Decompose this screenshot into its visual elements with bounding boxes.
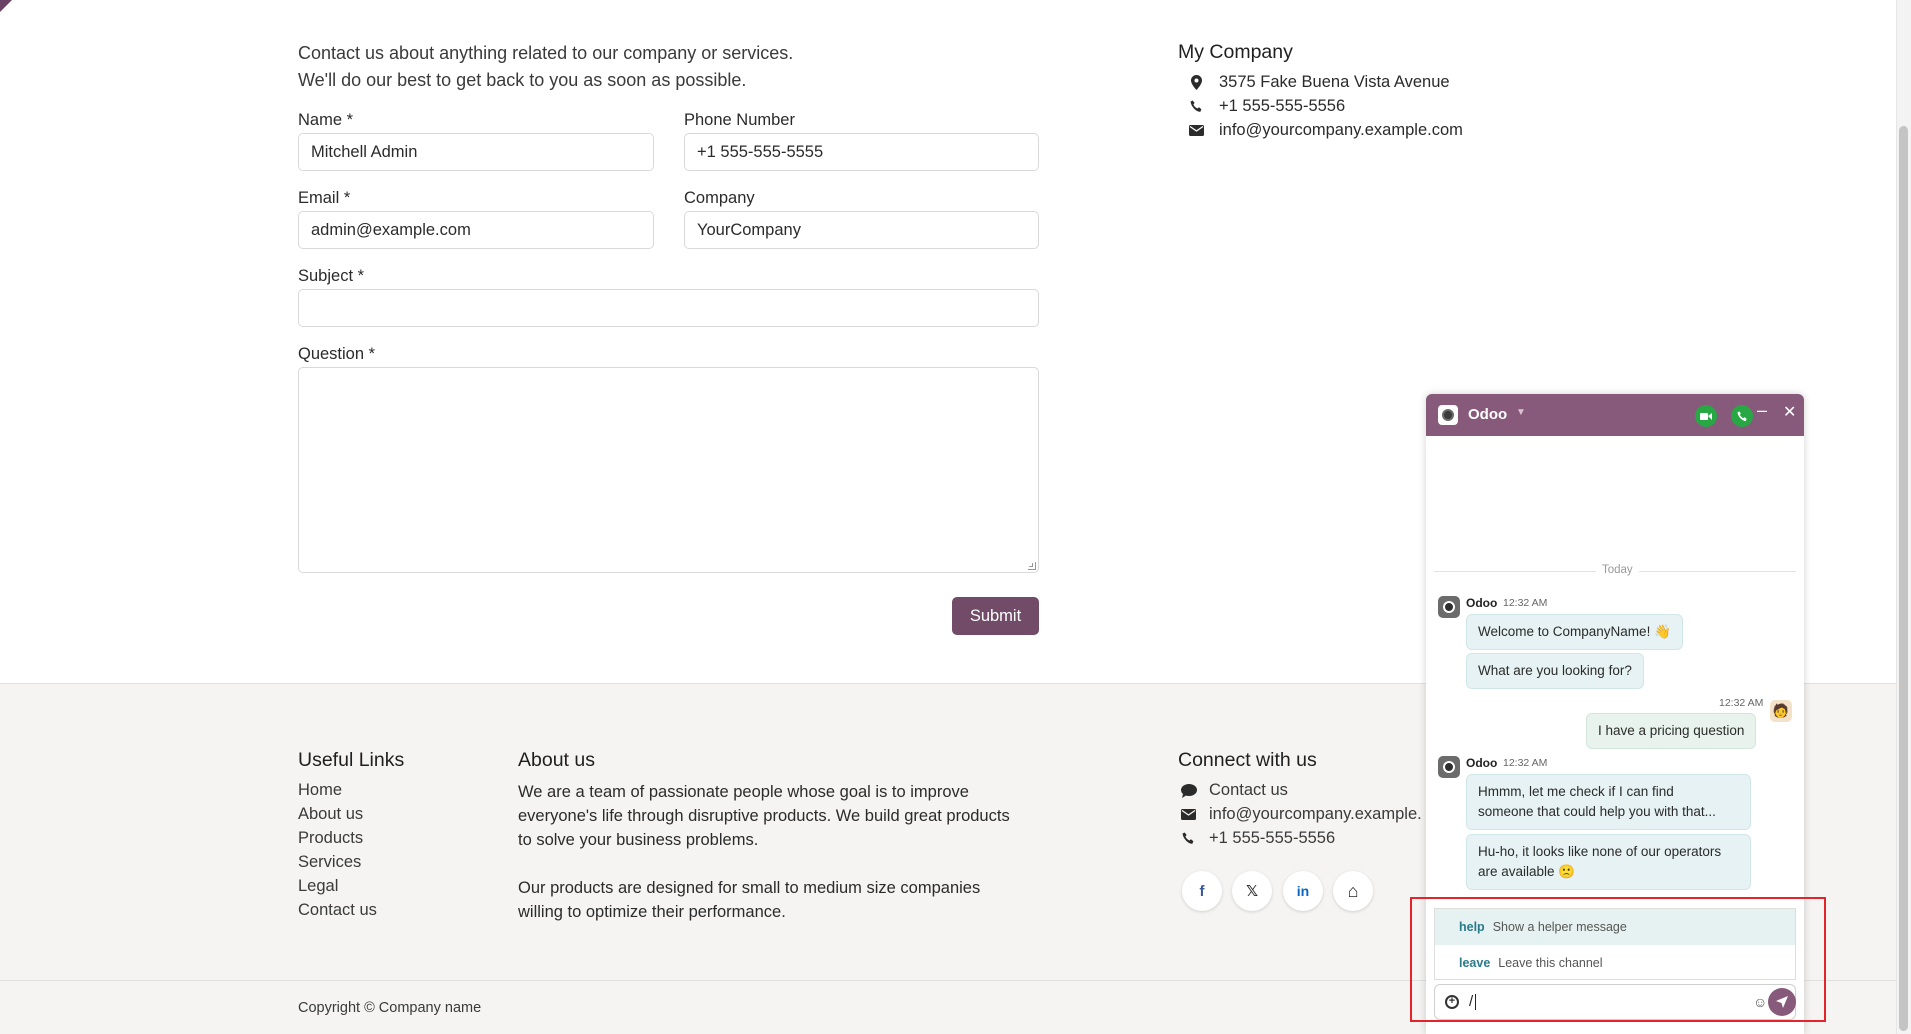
corner-accent — [0, 0, 12, 12]
subject-input[interactable] — [298, 289, 1039, 327]
phone-icon — [1188, 100, 1204, 113]
phone-label: Phone Number — [684, 111, 795, 129]
message-time: 12:32 AM — [1503, 597, 1548, 609]
envelope-icon — [1188, 125, 1204, 136]
copyright: Copyright © Company name — [298, 1000, 482, 1016]
company-title: My Company — [1178, 41, 1293, 63]
connect-contact-text: Contact us — [1209, 781, 1288, 799]
about-line-2: everyone's life through disruptive produ… — [518, 807, 1010, 825]
about-title: About us — [518, 749, 595, 771]
message-author: Odoo — [1466, 596, 1498, 610]
connect-email[interactable]: info@yourcompany.example. — [1180, 805, 1422, 824]
page-scrollbar[interactable] — [1896, 0, 1911, 1034]
message-bubble: Hmmm, let me check if I can find someone… — [1466, 774, 1751, 830]
company-phone: +1 555-555-5556 — [1188, 97, 1345, 116]
connect-email-text: info@yourcompany.example. — [1209, 805, 1422, 823]
message-line: Hmmm, let me check if I can find — [1478, 784, 1674, 799]
question-textarea[interactable] — [298, 367, 1039, 573]
message-bubble: Hu-ho, it looks like none of our operato… — [1466, 834, 1751, 890]
odoo-avatar[interactable] — [1438, 756, 1460, 778]
phone-call-icon[interactable] — [1731, 405, 1753, 427]
close-icon[interactable]: ✕ — [1783, 402, 1796, 422]
about-line-1: We are a team of passionate people whose… — [518, 783, 969, 801]
chat-header[interactable]: Odoo ▼ – ✕ — [1426, 394, 1804, 436]
subject-label: Subject * — [298, 267, 365, 285]
footer-link-home[interactable]: Home — [298, 781, 342, 800]
chat-title[interactable]: Odoo — [1468, 406, 1507, 423]
connect-contact[interactable]: Contact us — [1180, 781, 1288, 800]
envelope-icon — [1180, 809, 1197, 820]
comment-icon — [1180, 783, 1197, 798]
intro-line-1: Contact us about anything related to our… — [298, 43, 794, 63]
submit-button[interactable]: Submit — [952, 597, 1039, 635]
question-label: Question * — [298, 345, 376, 363]
home-icon[interactable]: ⌂ — [1333, 871, 1373, 911]
connect-phone-text: +1 555-555-5556 — [1209, 829, 1336, 847]
message-line: Hu-ho, it looks like none of our operato… — [1478, 844, 1722, 859]
company-email: info@yourcompany.example.com — [1188, 121, 1463, 140]
email-input[interactable]: admin@example.com — [298, 211, 654, 249]
user-avatar[interactable]: 🧑 — [1770, 700, 1792, 722]
intro-line-2: We'll do our best to get back to you as … — [298, 70, 747, 90]
connect-title: Connect with us — [1178, 749, 1317, 771]
message-time: 12:32 AM — [1719, 697, 1764, 709]
video-call-icon[interactable] — [1695, 405, 1717, 427]
footer-link-legal[interactable]: Legal — [298, 877, 338, 896]
company-label: Company — [684, 189, 755, 207]
linkedin-icon[interactable]: in — [1283, 871, 1323, 911]
message-time: 12:32 AM — [1503, 757, 1548, 769]
day-separator-label: Today — [1596, 564, 1639, 576]
message-line: someone that could help you with that... — [1478, 804, 1716, 819]
company-phone-text: +1 555-555-5556 — [1219, 97, 1346, 115]
highlight-annotation — [1410, 897, 1826, 1022]
minimize-icon[interactable]: – — [1757, 400, 1767, 421]
about-line-4: Our products are designed for small to m… — [518, 879, 981, 897]
odoo-logo-icon — [1438, 405, 1458, 425]
map-marker-icon — [1188, 75, 1204, 90]
company-address: 3575 Fake Buena Vista Avenue — [1188, 73, 1450, 92]
footer-link-products[interactable]: Products — [298, 829, 363, 848]
company-address-text: 3575 Fake Buena Vista Avenue — [1219, 73, 1450, 91]
company-input[interactable]: YourCompany — [684, 211, 1039, 249]
phone-icon — [1180, 832, 1197, 845]
message-bubble: Welcome to CompanyName! 👋 — [1466, 614, 1683, 650]
message-author: Odoo — [1466, 756, 1498, 770]
name-input[interactable]: Mitchell Admin — [298, 133, 654, 171]
footer-link-about[interactable]: About us — [298, 805, 363, 824]
message-bubble: What are you looking for? — [1466, 653, 1644, 689]
about-line-3: to solve your business problems. — [518, 831, 759, 849]
message-bubble-own: I have a pricing question — [1586, 713, 1757, 749]
footer-link-services[interactable]: Services — [298, 853, 361, 872]
message-line: are available 🙁 — [1478, 864, 1576, 879]
x-twitter-icon[interactable]: 𝕏 — [1232, 871, 1272, 911]
name-label: Name * — [298, 111, 354, 129]
scrollbar-thumb[interactable] — [1899, 126, 1908, 1031]
useful-links-title: Useful Links — [298, 749, 405, 771]
company-email-text[interactable]: info@yourcompany.example.com — [1219, 121, 1463, 140]
about-line-5: willing to optimize their performance. — [518, 903, 786, 921]
email-label: Email * — [298, 189, 351, 207]
phone-input[interactable]: +1 555-555-5555 — [684, 133, 1039, 171]
resize-grip-icon[interactable] — [1028, 562, 1036, 570]
facebook-icon[interactable]: f — [1182, 871, 1222, 911]
connect-phone: +1 555-555-5556 — [1180, 829, 1335, 848]
chevron-down-icon[interactable]: ▼ — [1516, 407, 1526, 418]
contact-intro: Contact us about anything related to our… — [298, 40, 793, 94]
odoo-avatar[interactable] — [1438, 596, 1460, 618]
footer-link-contact[interactable]: Contact us — [298, 901, 377, 920]
